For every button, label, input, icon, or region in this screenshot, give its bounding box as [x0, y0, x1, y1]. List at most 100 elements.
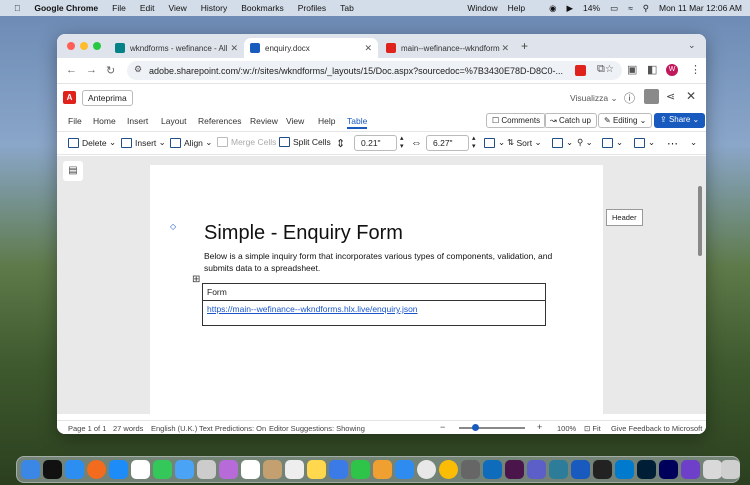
chrome-menu-icon[interactable]: ⋮ — [690, 63, 701, 76]
tab-layout[interactable]: Layout — [161, 116, 187, 126]
vscode-icon[interactable] — [615, 460, 634, 479]
tab-main-wefinance[interactable]: main--wefinance--wkndform ✕ — [380, 38, 515, 58]
tab-view[interactable]: View — [286, 116, 304, 126]
feedback-link[interactable]: Give Feedback to Microsoft — [611, 424, 702, 433]
github-desktop-icon[interactable] — [681, 460, 700, 479]
adobe-logo-icon[interactable]: A — [63, 91, 76, 104]
apple-icon[interactable]:  — [14, 3, 20, 13]
tab-home[interactable]: Home — [93, 116, 116, 126]
zoom-in-icon[interactable]: + — [537, 422, 542, 432]
screenshot-icon[interactable]: ▣ — [627, 63, 637, 76]
adobe-extension-icon[interactable] — [575, 65, 586, 76]
navigation-pane-icon[interactable]: ▤ — [63, 161, 83, 181]
table-cell-link[interactable]: https://main--wefinance--wkndforms.hlx.l… — [202, 300, 546, 326]
borders-button[interactable]: ⌄ — [634, 137, 655, 148]
notes-brown-icon[interactable] — [263, 460, 282, 479]
menu-profiles[interactable]: Profiles — [298, 3, 326, 13]
remote-desktop-icon[interactable] — [549, 460, 568, 479]
menu-app-name[interactable]: Google Chrome — [34, 3, 98, 13]
system-settings-icon[interactable] — [417, 460, 436, 479]
preview-app-icon[interactable] — [197, 460, 216, 479]
photos-icon[interactable] — [219, 460, 238, 479]
menu-window[interactable]: Window — [467, 3, 497, 13]
play-icon[interactable]: ▶ — [567, 3, 574, 14]
reminders-icon[interactable] — [285, 460, 304, 479]
text-predictions-button[interactable]: Text Predictions: On — [199, 424, 266, 433]
tab-review[interactable]: Review — [250, 116, 278, 126]
document-page[interactable]: ◇ Simple - Enquiry Form Below is a simpl… — [150, 165, 603, 420]
apple-tv-icon[interactable] — [43, 460, 62, 479]
safari-alt-icon[interactable] — [461, 460, 480, 479]
sort-button[interactable]: ⇅ Sort ⌄ — [507, 137, 542, 148]
outlook-icon[interactable] — [483, 460, 502, 479]
shading-button[interactable]: ⚲ ⌄ — [577, 137, 593, 148]
split-cells-button[interactable]: Split Cells — [279, 137, 331, 147]
share-link-icon[interactable]: ⋖ — [666, 90, 675, 103]
table-move-handle-icon[interactable]: ⊞ — [192, 274, 200, 285]
safari-icon[interactable] — [65, 460, 84, 479]
borders-style-button[interactable]: ⌄ — [602, 137, 623, 148]
close-window-button[interactable] — [67, 42, 75, 50]
table-cell-form[interactable]: Form — [202, 283, 546, 301]
profile-avatar[interactable]: W — [666, 64, 678, 76]
firefox-icon[interactable] — [87, 460, 106, 479]
zoom-slider[interactable] — [459, 427, 525, 429]
menu-history[interactable]: History — [201, 3, 227, 13]
new-tab-button[interactable]: + — [521, 39, 528, 53]
trash-icon[interactable] — [721, 460, 740, 479]
fit-button[interactable]: ⊡ Fit — [584, 424, 601, 433]
forward-icon[interactable]: → — [86, 64, 97, 76]
insert-button[interactable]: Insert ⌄ — [121, 137, 166, 148]
extensions-icon[interactable]: ⧉ — [597, 63, 605, 76]
comments-button[interactable]: ☐ Comments — [486, 113, 547, 128]
premiere-icon[interactable] — [659, 460, 678, 479]
photoshop-icon[interactable] — [637, 460, 656, 479]
menu-file[interactable]: File — [112, 3, 126, 13]
editing-mode-button[interactable]: ✎ Editing ⌄ — [598, 113, 653, 128]
distribute-button[interactable]: ⌄ — [484, 137, 505, 148]
downloads-icon[interactable] — [703, 460, 722, 479]
tab-file[interactable]: File — [68, 116, 82, 126]
mail-icon[interactable] — [175, 460, 194, 479]
pages-icon[interactable] — [373, 460, 392, 479]
zoom-window-button[interactable] — [93, 42, 101, 50]
zoom-slider-thumb[interactable] — [472, 424, 479, 431]
editor-suggestions-button[interactable]: Editor Suggestions: Showing — [269, 424, 365, 433]
column-width-stepper[interactable]: ▴ ▾ — [472, 135, 476, 151]
row-height-input[interactable]: 0.21" — [354, 135, 397, 151]
xcode-icon[interactable] — [395, 460, 414, 479]
teams-icon[interactable] — [527, 460, 546, 479]
back-icon[interactable]: ← — [66, 64, 77, 76]
record-icon[interactable]: ◉ — [549, 3, 556, 14]
wifi-icon[interactable]: ≈ — [628, 3, 633, 13]
tab-search-icon[interactable]: ⌄ — [688, 40, 696, 51]
finder-icon[interactable] — [21, 460, 40, 479]
close-tab-icon[interactable]: ✕ — [501, 43, 509, 54]
tab-insert[interactable]: Insert — [127, 116, 148, 126]
align-button[interactable]: Align ⌄ — [170, 137, 212, 148]
sidebar-icon[interactable]: ◧ — [647, 63, 657, 76]
slack-icon[interactable] — [505, 460, 524, 479]
word-dock-icon[interactable] — [571, 460, 590, 479]
notes-icon[interactable] — [307, 460, 326, 479]
zoom-level[interactable]: 100% — [557, 424, 576, 433]
terminal-icon[interactable] — [593, 460, 612, 479]
bookmark-star-icon[interactable]: ☆ — [605, 64, 614, 75]
view-dropdown[interactable]: Visualizza ⌄ — [570, 93, 618, 104]
document-description[interactable]: Below is a simple inquiry form that inco… — [204, 250, 564, 274]
delete-button[interactable]: Delete ⌄ — [68, 137, 116, 148]
preview-button[interactable]: Anteprima — [82, 90, 133, 106]
row-height-stepper[interactable]: ▴ ▾ — [400, 135, 404, 151]
battery-icon[interactable]: ▭ — [610, 3, 618, 14]
menu-view[interactable]: View — [169, 3, 187, 13]
calendar-icon[interactable] — [241, 460, 260, 479]
merge-cells-button[interactable]: Merge Cells — [217, 137, 276, 147]
keynote-icon[interactable] — [329, 460, 348, 479]
menu-help[interactable]: Help — [508, 3, 525, 13]
reload-icon[interactable]: ↻ — [106, 64, 115, 77]
messages-icon[interactable] — [153, 460, 172, 479]
table-styles-button[interactable]: ⌄ — [552, 137, 573, 148]
url-field[interactable]: ⚙ adobe.sharepoint.com/:w:/r/sites/wkndf… — [127, 61, 622, 80]
site-info-icon[interactable]: ⚙ — [134, 64, 142, 75]
tab-sharepoint[interactable]: wkndforms - wefinance - All ✕ — [109, 38, 244, 58]
